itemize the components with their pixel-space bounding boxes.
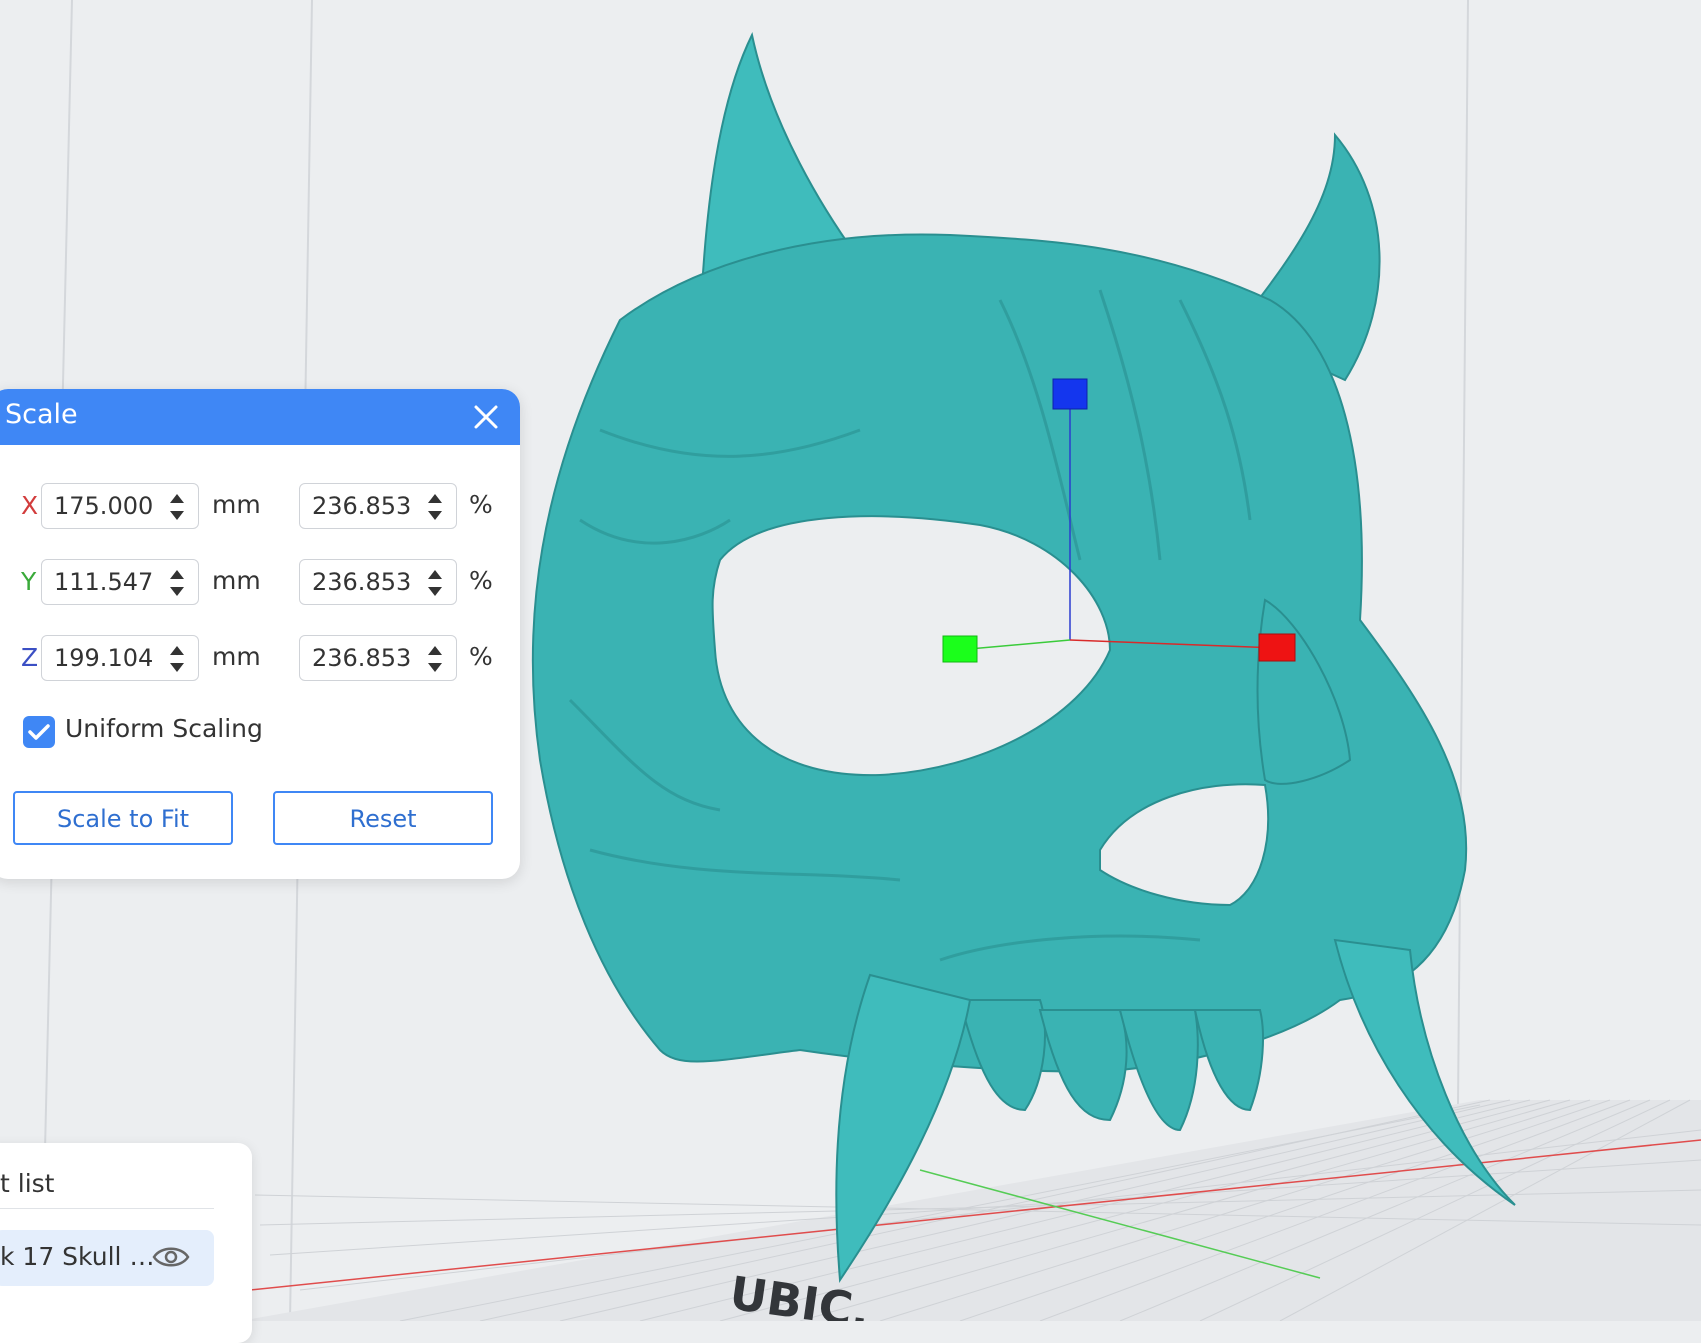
- object-list-panel: t list k 17 Skull …: [0, 1143, 252, 1343]
- scale-row-x: X 175.000 mm 236.853 %: [0, 483, 520, 533]
- object-list-item[interactable]: k 17 Skull …: [0, 1230, 214, 1286]
- z-size-value: 199.104: [54, 644, 154, 672]
- y-percent-unit: %: [469, 566, 493, 595]
- z-percent-unit: %: [469, 642, 493, 671]
- scale-row-z: Z 199.104 mm 236.853 %: [0, 635, 520, 685]
- scale-row-y: Y 111.547 mm 236.853 %: [0, 559, 520, 609]
- x-percent-value: 236.853: [312, 492, 412, 520]
- uniform-scaling-label: Uniform Scaling: [65, 714, 263, 743]
- gizmo-x-handle: [1258, 633, 1296, 662]
- checkmark-icon: [28, 724, 50, 740]
- x-percent-unit: %: [469, 490, 493, 519]
- axis-label-y: Y: [21, 567, 37, 596]
- build-plate: UBIC.: [240, 1099, 1701, 1321]
- axis-label-z: Z: [21, 643, 39, 672]
- x-percent-input[interactable]: 236.853: [299, 483, 457, 529]
- object-list-title: t list: [0, 1169, 55, 1198]
- axis-label-x: X: [21, 491, 39, 520]
- z-percent-value: 236.853: [312, 644, 412, 672]
- spinner-arrows-icon[interactable]: [166, 489, 188, 525]
- eye-icon[interactable]: [151, 1242, 191, 1272]
- divider: [0, 1208, 214, 1209]
- gizmo-y-handle: [942, 635, 978, 663]
- z-size-unit: mm: [212, 642, 261, 671]
- skull-mask-model[interactable]: [531, 31, 1516, 1283]
- y-size-value: 111.547: [54, 568, 154, 596]
- gizmo-z-handle: [1052, 378, 1088, 410]
- z-size-input[interactable]: 199.104: [41, 635, 199, 681]
- spinner-arrows-icon[interactable]: [424, 641, 446, 677]
- uniform-scaling-checkbox[interactable]: [23, 716, 55, 748]
- spinner-arrows-icon[interactable]: [424, 489, 446, 525]
- spinner-arrows-icon[interactable]: [166, 565, 188, 601]
- x-size-input[interactable]: 175.000: [41, 483, 199, 529]
- y-size-input[interactable]: 111.547: [41, 559, 199, 605]
- spinner-arrows-icon[interactable]: [424, 565, 446, 601]
- x-size-value: 175.000: [54, 492, 154, 520]
- panel-title: Scale: [5, 399, 78, 430]
- y-percent-input[interactable]: 236.853: [299, 559, 457, 605]
- z-percent-input[interactable]: 236.853: [299, 635, 457, 681]
- spinner-arrows-icon[interactable]: [166, 641, 188, 677]
- object-name: k 17 Skull …: [0, 1242, 155, 1271]
- y-percent-value: 236.853: [312, 568, 412, 596]
- y-size-unit: mm: [212, 566, 261, 595]
- reset-button[interactable]: Reset: [273, 791, 493, 845]
- x-size-unit: mm: [212, 490, 261, 519]
- close-icon[interactable]: [470, 401, 502, 433]
- panel-header: Scale: [0, 389, 520, 445]
- scale-to-fit-button[interactable]: Scale to Fit: [13, 791, 233, 845]
